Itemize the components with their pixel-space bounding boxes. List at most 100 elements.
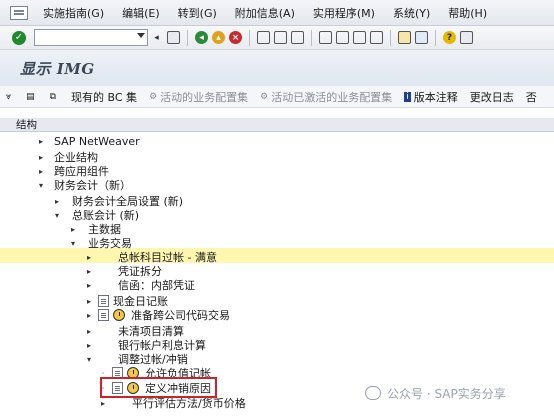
tree-node[interactable]: ▾ 业务交易 xyxy=(68,236,132,250)
active-config-sets-button[interactable]: ⚙ 活动的业务配置集 xyxy=(143,87,254,107)
expand-toggle-icon[interactable]: ▸ xyxy=(84,297,94,306)
tree-node[interactable]: ▸ 凭证拆分 xyxy=(84,264,162,278)
menu-edit[interactable]: 编辑(E) xyxy=(113,5,169,21)
watermark-text: 公众号 · SAP实务分享 xyxy=(387,386,506,401)
new-session-icon[interactable] xyxy=(398,31,411,44)
print-icon[interactable] xyxy=(257,31,270,44)
application-toolbar: ⩔ ▤ ⧉ 现有的 BC 集 ⚙ 活动的业务配置集 ⚙ 活动已激活的业务配置集 … xyxy=(0,86,554,108)
tree-node[interactable]: ▾ 财务会计（新） xyxy=(36,178,131,192)
shortcut-icon[interactable] xyxy=(415,31,428,44)
expand-toggle-icon[interactable]: ▸ xyxy=(84,281,94,290)
menu-system[interactable]: 系统(Y) xyxy=(384,5,439,21)
expand-toggle-icon[interactable]: ▸ xyxy=(36,137,46,146)
tree-node[interactable]: ▸ 主数据 xyxy=(68,222,121,236)
tree-node[interactable]: ▸ 银行帐户利息计算 xyxy=(84,338,206,352)
tree-node[interactable]: ▸ 总帐科目过帐 - 满意 xyxy=(84,250,217,264)
info-icon: i xyxy=(404,91,411,102)
expand-toggle-icon[interactable]: ▸ xyxy=(52,197,62,206)
hierarchy-icon: ⧉ xyxy=(49,91,57,102)
standard-toolbar: ✓ ◂ ◂ ▴ × ? xyxy=(0,26,554,50)
expand-toggle-icon[interactable]: ▸ xyxy=(84,267,94,276)
expand-toggle-icon[interactable]: ▸ xyxy=(84,311,94,320)
find-next-icon[interactable] xyxy=(291,31,304,44)
enter-icon[interactable]: ✓ xyxy=(12,30,26,45)
exit-icon[interactable]: ▴ xyxy=(212,31,225,44)
menu-utilities[interactable]: 实用程序(M) xyxy=(304,5,384,21)
layout-menu-icon[interactable] xyxy=(460,31,473,44)
page-title: 显示 IMG xyxy=(20,59,95,78)
activated-config-sets-label: 活动已激活的业务配置集 xyxy=(271,90,393,104)
tree-node[interactable]: ▸ 准备跨公司代码交易 xyxy=(84,308,230,322)
display-doc-button[interactable]: ▤ xyxy=(20,87,44,107)
expand-toggle-icon[interactable]: ▸ xyxy=(84,253,94,262)
save-icon[interactable] xyxy=(167,31,180,44)
collapse-left-icon[interactable]: ◂ xyxy=(150,31,163,44)
release-notes-label: 版本注释 xyxy=(413,90,458,104)
title-bar: 显示 IMG xyxy=(0,50,554,86)
expand-toggle-icon[interactable]: ▾ xyxy=(68,239,78,248)
tree-node[interactable]: ▸ 财务会计全局设置 (新) xyxy=(52,194,183,208)
tree-node[interactable]: ▸ 跨应用组件 xyxy=(36,164,109,178)
tree-node[interactable]: ▸ 企业结构 xyxy=(36,150,98,164)
first-page-icon[interactable] xyxy=(319,31,332,44)
truncated-button[interactable]: 否 xyxy=(520,87,543,107)
tree-node[interactable]: ▸ 未清项目清算 xyxy=(84,324,184,338)
tree-node[interactable]: ▸ 平行评估方法/货币价格 xyxy=(98,396,246,410)
tree-node[interactable]: ▸ 信函：内部凭证 xyxy=(84,278,195,292)
execute-activity-icon[interactable] xyxy=(113,309,125,321)
expand-toggle-icon[interactable]: ▾ xyxy=(84,355,94,364)
activated-config-sets-button[interactable]: ⚙ 活动已激活的业务配置集 xyxy=(254,87,398,107)
find-icon[interactable] xyxy=(274,31,287,44)
previous-page-icon[interactable] xyxy=(336,31,349,44)
change-log-button[interactable]: 更改日志 xyxy=(464,87,520,107)
structure-header: 结构 xyxy=(0,118,554,132)
tree-node[interactable]: ▾ 调整过帐/冲销 xyxy=(84,352,188,366)
command-field[interactable] xyxy=(34,29,148,46)
hierarchy-button[interactable]: ⧉ xyxy=(44,87,65,107)
expand-toggle-icon[interactable]: ▸ xyxy=(68,225,78,234)
expand-subtree-button[interactable]: ⩔ xyxy=(0,87,20,107)
last-page-icon[interactable] xyxy=(370,31,383,44)
toolbar-separator xyxy=(311,29,312,46)
expand-toggle-icon[interactable]: ▸ xyxy=(84,341,94,350)
back-icon[interactable]: ◂ xyxy=(195,31,208,44)
annotation-highlight-box xyxy=(100,377,217,398)
document-icon: ▤ xyxy=(26,91,35,102)
config-set-icon: ⚙ xyxy=(149,91,158,102)
current-bc-sets-button[interactable]: 现有的 BC 集 xyxy=(65,87,143,107)
toolbar-separator xyxy=(435,29,436,46)
cancel-icon[interactable]: × xyxy=(229,31,242,44)
tree-node-label: 准备跨公司代码交易 xyxy=(131,309,230,322)
expand-toggle-icon[interactable]: ▸ xyxy=(36,167,46,176)
tree-node[interactable]: ▸ SAP NetWeaver xyxy=(36,134,140,148)
watermark: 公众号 · SAP实务分享 xyxy=(365,383,506,403)
expand-toggle-icon[interactable]: ▸ xyxy=(36,153,46,162)
expand-toggle-icon[interactable]: ▸ xyxy=(98,399,108,408)
tree-node-label: 信函：内部凭证 xyxy=(118,279,195,292)
toolbar-separator xyxy=(249,29,250,46)
active-config-sets-label: 活动的业务配置集 xyxy=(160,90,249,104)
tree-node-label: 财务会计（新） xyxy=(54,179,131,192)
config-set-icon: ⚙ xyxy=(260,91,269,102)
menu-extras[interactable]: 附加信息(A) xyxy=(226,5,304,21)
release-notes-button[interactable]: i 版本注释 xyxy=(398,87,464,107)
next-page-icon[interactable] xyxy=(353,31,366,44)
menu-implementation-guide[interactable]: 实施指南(G) xyxy=(34,5,113,21)
document-icon[interactable] xyxy=(98,295,109,307)
toolbar-separator xyxy=(187,29,188,46)
expand-toggle-icon[interactable]: ▾ xyxy=(52,211,62,220)
expand-toggle-icon[interactable]: ▾ xyxy=(36,181,46,190)
tree-node[interactable]: ▾ 总账会计 (新) xyxy=(52,208,139,222)
toolbar-separator xyxy=(390,29,391,46)
img-structure-tree: ▸ SAP NetWeaver ▸ 企业结构 ▸ 跨应用组件 ▾ 财务会计（新）… xyxy=(0,132,554,416)
wechat-icon xyxy=(365,386,381,400)
document-icon[interactable] xyxy=(98,309,109,321)
window-menu-icon[interactable] xyxy=(10,5,28,20)
tree-node[interactable]: ▸ 现金日记账 xyxy=(84,294,168,308)
chevron-down-icon[interactable] xyxy=(137,33,145,38)
menu-goto[interactable]: 转到(G) xyxy=(169,5,226,21)
menu-help[interactable]: 帮助(H) xyxy=(439,5,496,21)
help-icon[interactable]: ? xyxy=(443,31,456,44)
expand-subtree-icon: ⩔ xyxy=(6,91,12,102)
expand-toggle-icon[interactable]: ▸ xyxy=(84,327,94,336)
